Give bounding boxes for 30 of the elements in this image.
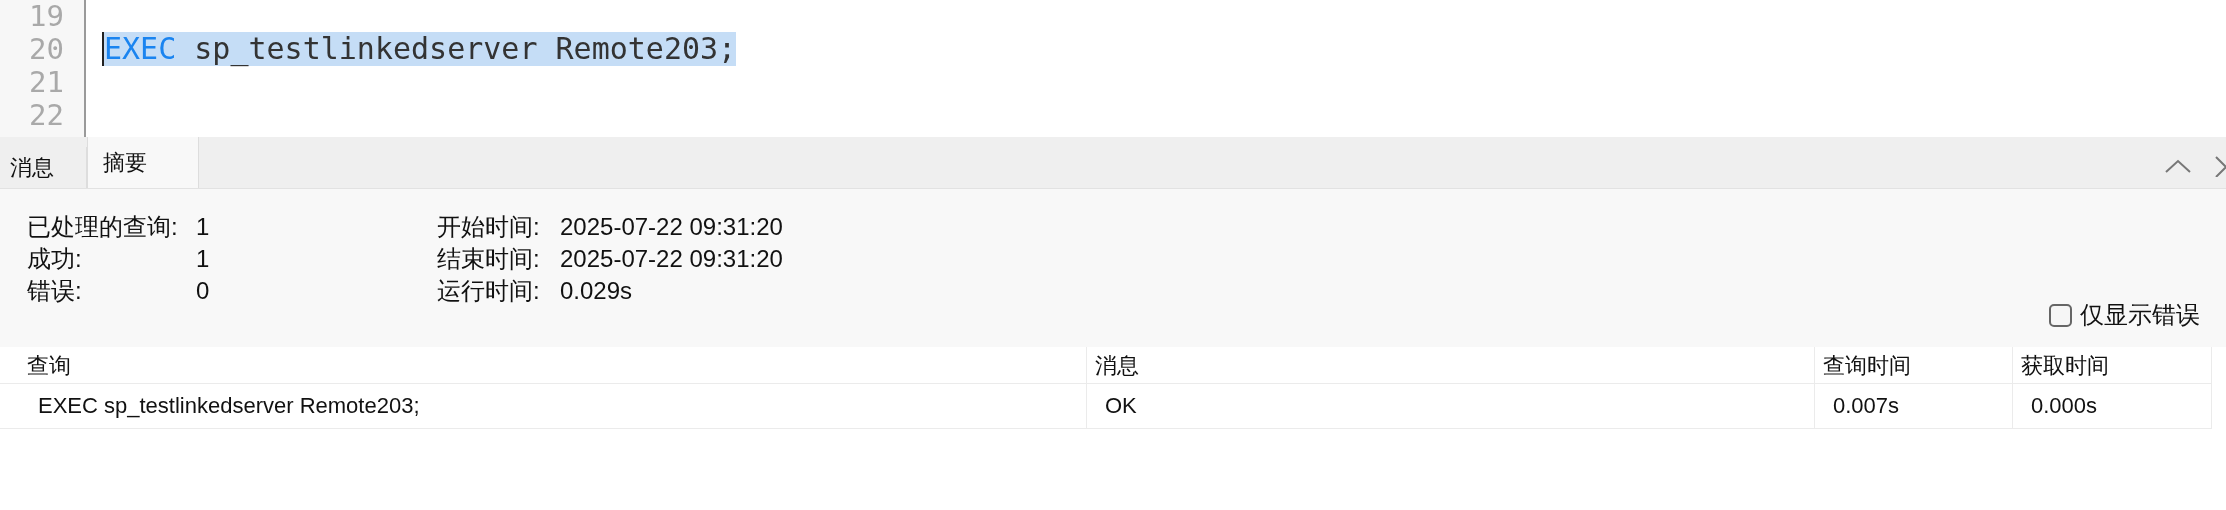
line-number: 22 bbox=[29, 99, 64, 130]
stat-value: 1 bbox=[196, 245, 211, 273]
stat-label: 成功: bbox=[27, 245, 83, 273]
table-cell: 0.007s bbox=[1815, 384, 2013, 428]
column-header[interactable]: 获取时间 bbox=[2013, 347, 2212, 383]
stat-value: 0 bbox=[196, 277, 211, 305]
column-header[interactable]: 消息 bbox=[1087, 347, 1815, 383]
line-number: 19 bbox=[29, 1, 64, 32]
table-cell: OK bbox=[1087, 384, 1815, 428]
stat-value: 2025-07-22 09:31:20 bbox=[560, 245, 783, 273]
collapse-chevron-icon[interactable] bbox=[2164, 157, 2192, 174]
close-icon[interactable] bbox=[2214, 154, 2226, 177]
stat-value: 2025-07-22 09:31:20 bbox=[560, 213, 783, 241]
tab[interactable]: 摘要 bbox=[87, 137, 199, 188]
table-cell: EXEC sp_testlinkedserver Remote203; bbox=[0, 384, 1087, 428]
column-header[interactable]: 查询时间 bbox=[1815, 347, 2013, 383]
line-number: 20 bbox=[29, 34, 64, 65]
stat-label: 已处理的查询: bbox=[27, 213, 179, 241]
stat-label: 错误: bbox=[27, 277, 83, 305]
stat-value: 1 bbox=[196, 213, 211, 241]
column-header[interactable]: 查询 bbox=[0, 347, 1087, 383]
checkbox-label: 仅显示错误 bbox=[2080, 300, 2200, 330]
table-cell: 0.000s bbox=[2013, 384, 2212, 428]
stat-label: 结束时间: bbox=[437, 245, 541, 273]
checkbox[interactable] bbox=[2049, 303, 2072, 327]
stat-label: 开始时间: bbox=[437, 213, 541, 241]
stat-value: 0.029s bbox=[560, 277, 634, 305]
line-number: 21 bbox=[29, 66, 64, 97]
code-editor[interactable]: EXEC sp_testlinkedserver Remote203; bbox=[86, 0, 2226, 137]
stat-label: 运行时间: bbox=[437, 277, 541, 305]
